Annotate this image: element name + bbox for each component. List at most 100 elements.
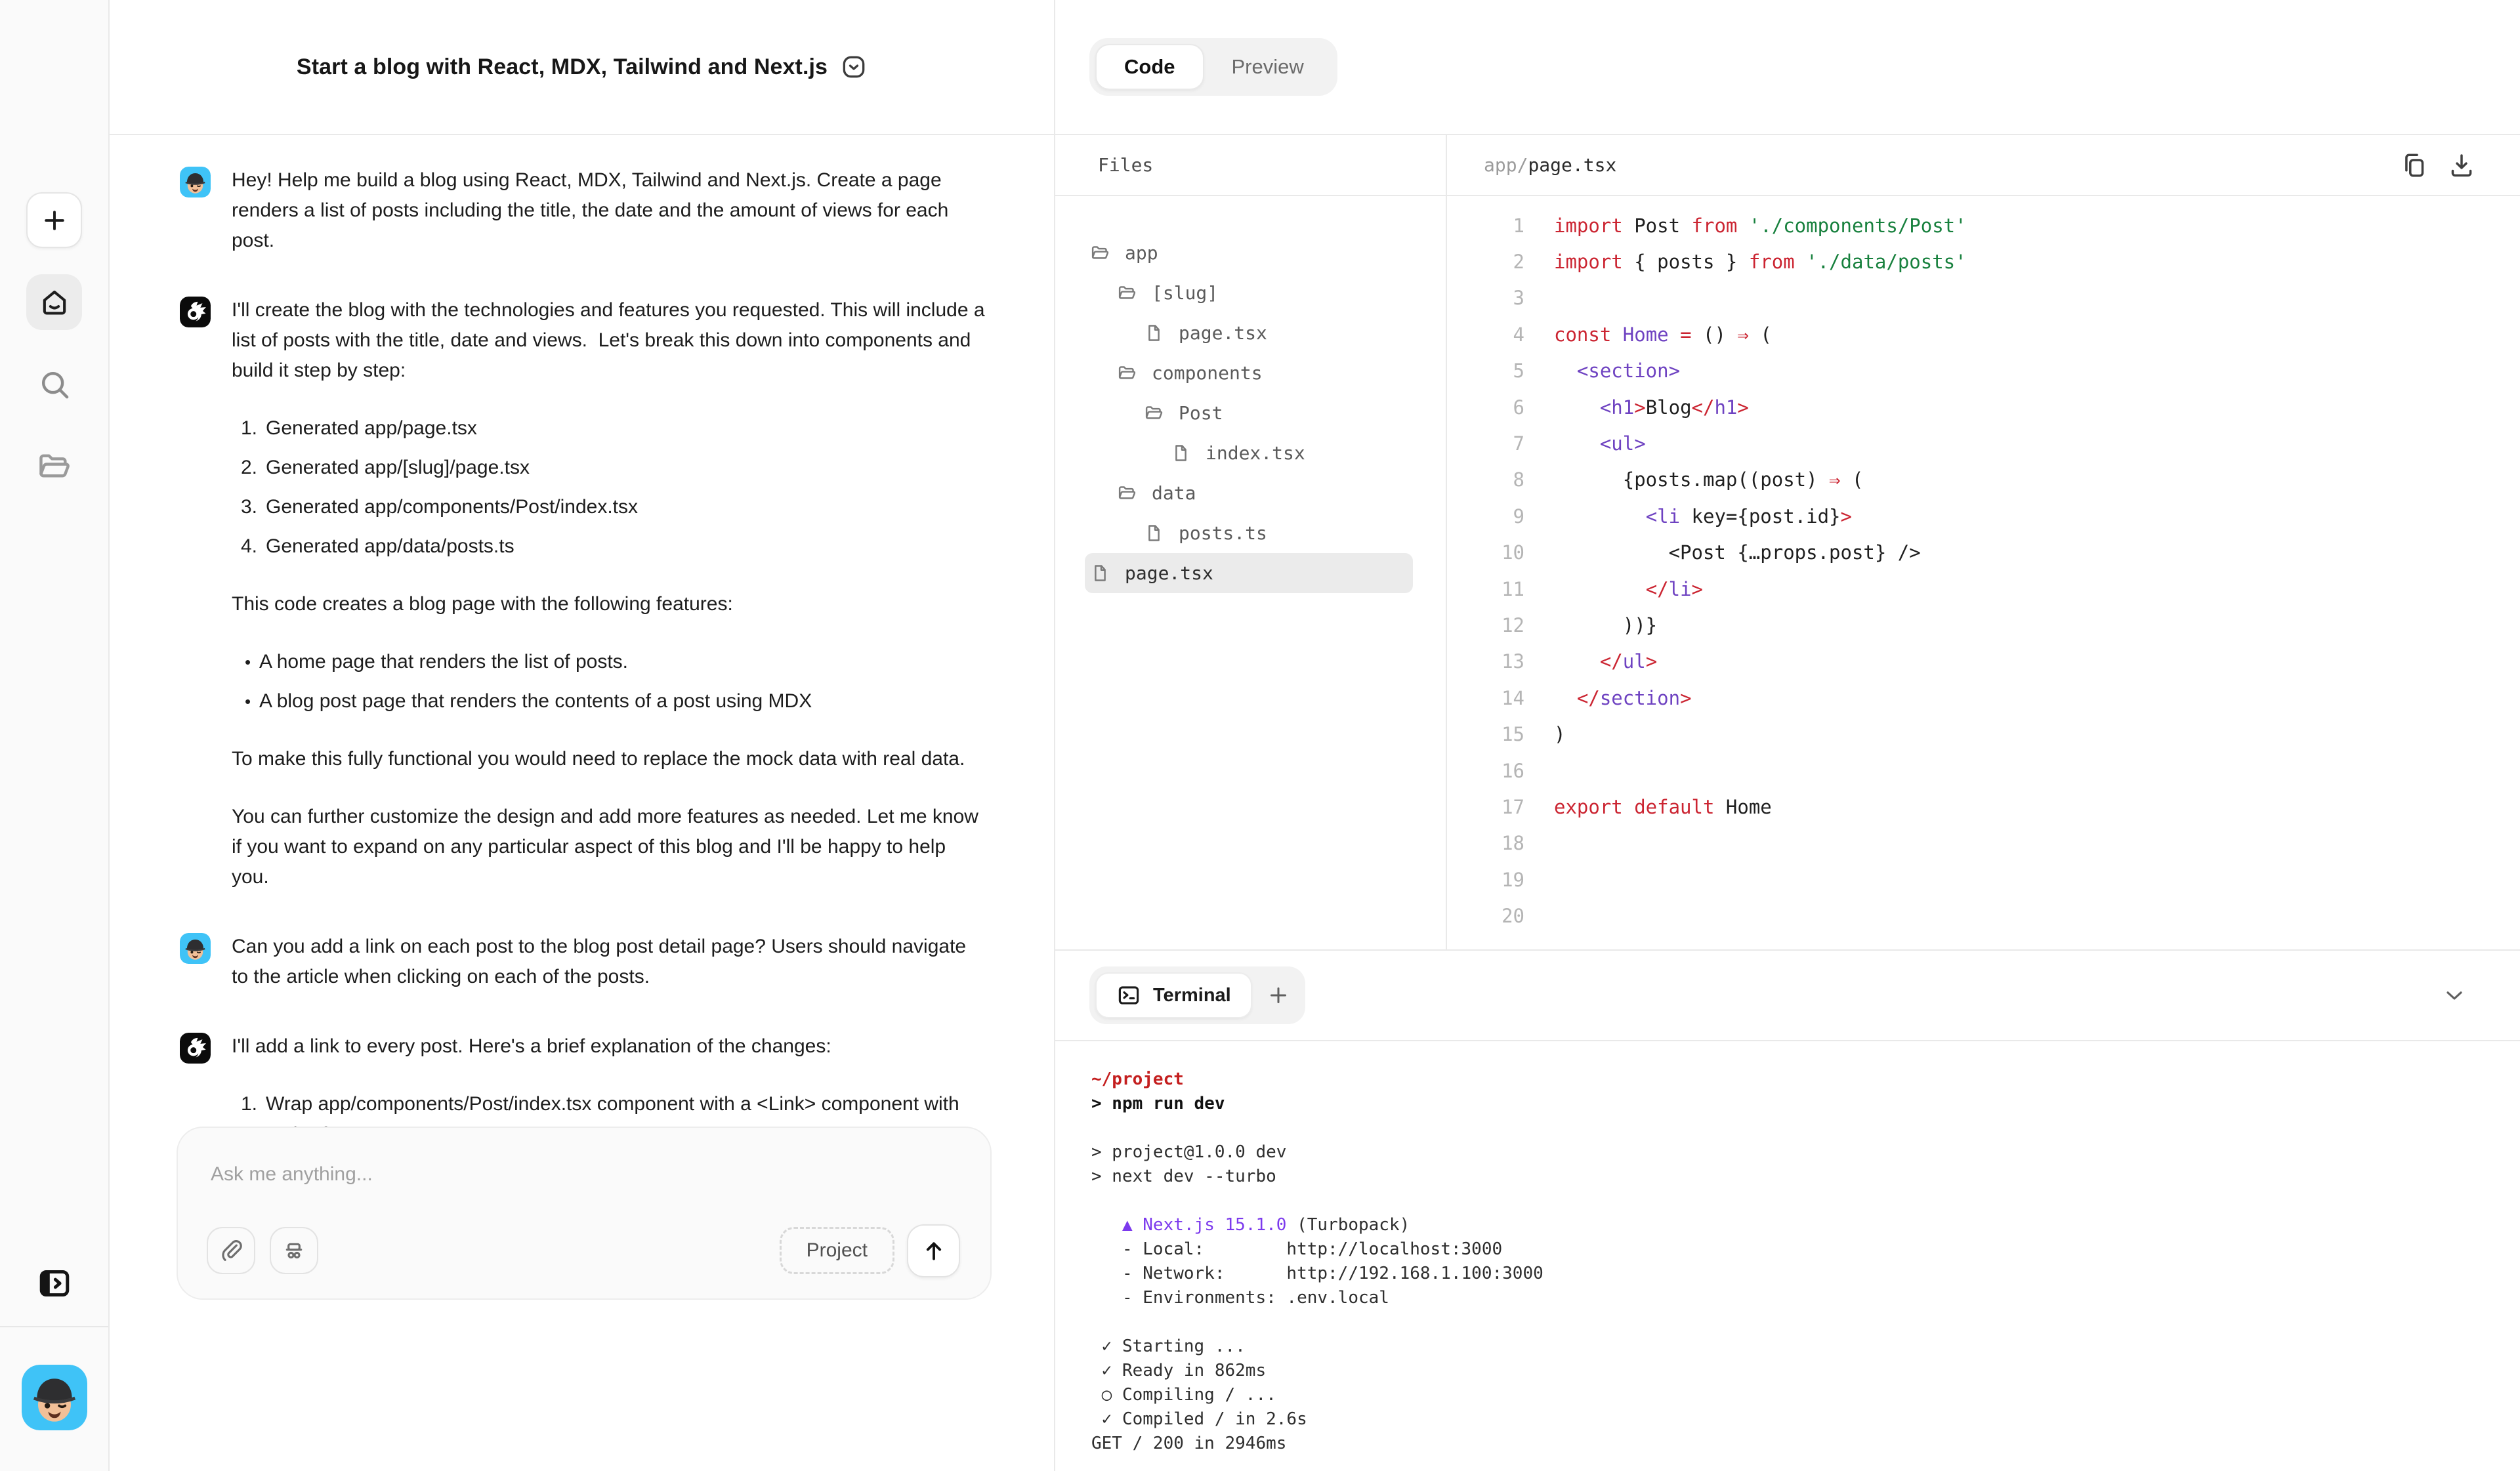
folder-icon (1090, 243, 1110, 263)
tree-file-posts.ts[interactable]: posts.ts (1085, 513, 1413, 553)
tree-label: app (1125, 242, 1158, 264)
code-editor-header: app/page.tsx (1447, 135, 2520, 196)
tree-file-index.tsx[interactable]: index.tsx (1085, 433, 1413, 473)
copy-code-button[interactable] (2395, 146, 2433, 184)
search-icon (36, 366, 73, 403)
list-item: 2.Generated app/[slug]/page.tsx (232, 453, 986, 483)
expand-sidebar-button[interactable] (33, 1262, 75, 1304)
file-icon (1144, 323, 1164, 343)
user-avatar (180, 933, 211, 964)
send-button[interactable] (907, 1224, 960, 1277)
terminal-line: > project@1.0.0 dev (1091, 1140, 2520, 1165)
tree-folder-Post[interactable]: Post (1085, 393, 1413, 433)
code-line-12: 12 ))} (1447, 607, 2520, 643)
attach-file-button[interactable] (207, 1227, 255, 1274)
incognito-icon (281, 1237, 307, 1264)
line-number: 13 (1447, 650, 1524, 673)
message-content: Can you add a link on each post to the b… (232, 932, 986, 992)
terminal-line (1091, 1310, 2520, 1335)
tab-code[interactable]: Code (1095, 44, 1204, 90)
new-terminal-button[interactable] (1257, 984, 1299, 1007)
code-line-13: 13 </ul> (1447, 644, 2520, 680)
message-paragraph: I'll create the blog with the technologi… (232, 295, 986, 386)
code-line-3: 3 (1447, 280, 2520, 316)
line-number: 9 (1447, 505, 1524, 528)
plus-icon (1267, 984, 1290, 1007)
line-number: 20 (1447, 905, 1524, 927)
message-paragraph: You can further customize the design and… (232, 802, 986, 892)
open-folder-icon (36, 448, 73, 485)
arrow-up-icon (921, 1238, 947, 1264)
line-number: 6 (1447, 396, 1524, 419)
home-nav-button[interactable] (26, 274, 82, 330)
tab-terminal[interactable]: Terminal (1095, 972, 1252, 1018)
message-paragraph: I'll add a link to every post. Here's a … (232, 1031, 986, 1062)
page-title: Start a blog with React, MDX, Tailwind a… (297, 54, 828, 80)
incognito-button[interactable] (270, 1227, 318, 1274)
code-editor[interactable]: 1import Post from './components/Post'2im… (1447, 196, 2520, 949)
code-line-2: 2import { posts } from './data/posts' (1447, 243, 2520, 280)
download-icon (2447, 151, 2476, 180)
collapse-terminal-button[interactable] (2441, 982, 2468, 1008)
chat-title-menu-button[interactable] (841, 54, 867, 80)
projects-nav-button[interactable] (26, 438, 82, 494)
terminal-line (1091, 1189, 2520, 1213)
tree-label: [slug] (1152, 282, 1218, 304)
composer: Ask me anything... Project (177, 1127, 992, 1300)
terminal-line: - Environments: .env.local (1091, 1286, 2520, 1310)
list-item: 3.Generated app/components/Post/index.ts… (232, 492, 986, 522)
tree-label: data (1152, 482, 1196, 504)
terminal-output[interactable]: ~/project> npm run dev > project@1.0.0 d… (1055, 1041, 2520, 1471)
line-number: 5 (1447, 360, 1524, 382)
chat-message-assistant: I'll create the blog with the technologi… (180, 295, 1008, 892)
line-code: export default Home (1524, 796, 1772, 818)
tree-label: index.tsx (1206, 442, 1305, 464)
terminal-line: ~/project (1091, 1067, 2520, 1092)
line-code: ) (1524, 723, 1565, 745)
line-number: 14 (1447, 687, 1524, 709)
tree-folder-data[interactable]: data (1085, 473, 1413, 513)
download-code-button[interactable] (2443, 146, 2481, 184)
line-code: import { posts } from './data/posts' (1524, 251, 1967, 273)
tab-preview[interactable]: Preview (1204, 44, 1332, 90)
line-number: 4 (1447, 323, 1524, 346)
file-icon (1171, 443, 1191, 463)
expand-panel-icon (37, 1266, 72, 1301)
project-button[interactable]: Project (780, 1227, 894, 1274)
chat-message-user: Hey! Help me build a blog using React, M… (180, 165, 1008, 256)
code-line-17: 17export default Home (1447, 789, 2520, 825)
message-paragraph: Can you add a link on each post to the b… (232, 932, 986, 992)
line-code: </li> (1524, 578, 1703, 600)
file-tree: app[slug]page.tsxcomponentsPostindex.tsx… (1055, 196, 1446, 593)
copy-icon (2400, 151, 2429, 180)
list-item: 4.Generated app/data/posts.ts (232, 531, 986, 562)
tree-folder-app[interactable]: app (1085, 233, 1413, 273)
files-panel-title: Files (1055, 135, 1446, 196)
files-panel: Files app[slug]page.tsxcomponentsPostind… (1055, 135, 1447, 949)
workbench-panel: Code Preview Files app[slug]page.tsxcomp… (1055, 0, 2520, 1471)
code-line-9: 9 <li key={post.id}> (1447, 498, 2520, 534)
user-avatar[interactable] (22, 1365, 87, 1430)
breadcrumb-file: page.tsx (1528, 154, 1616, 176)
chevron-down-icon (2441, 982, 2468, 1008)
tree-file-page.tsx[interactable]: page.tsx (1085, 313, 1413, 353)
search-nav-button[interactable] (26, 356, 82, 412)
terminal-line: - Network: http://192.168.1.100:3000 (1091, 1262, 2520, 1286)
list-item: •A blog post page that renders the conte… (232, 686, 986, 716)
terminal-line: GET / 200 in 2946ms (1091, 1432, 2520, 1456)
folder-icon (1144, 403, 1164, 423)
chat-message-user: Can you add a link on each post to the b… (180, 932, 1008, 992)
line-number: 11 (1447, 578, 1524, 600)
line-number: 16 (1447, 760, 1524, 782)
tree-folder-components[interactable]: components (1085, 353, 1413, 393)
tree-file-page.tsx[interactable]: page.tsx (1085, 553, 1413, 593)
left-rail (0, 0, 110, 1471)
line-code: <li key={post.id}> (1524, 505, 1852, 528)
chevron-down-squircle-icon (841, 54, 867, 80)
composer-input[interactable]: Ask me anything... (211, 1163, 373, 1186)
new-chat-button[interactable] (26, 192, 82, 248)
code-line-4: 4const Home = () ⇒ ( (1447, 316, 2520, 352)
line-number: 2 (1447, 251, 1524, 273)
tree-folder-[slug][interactable]: [slug] (1085, 273, 1413, 313)
plus-icon (40, 206, 69, 235)
